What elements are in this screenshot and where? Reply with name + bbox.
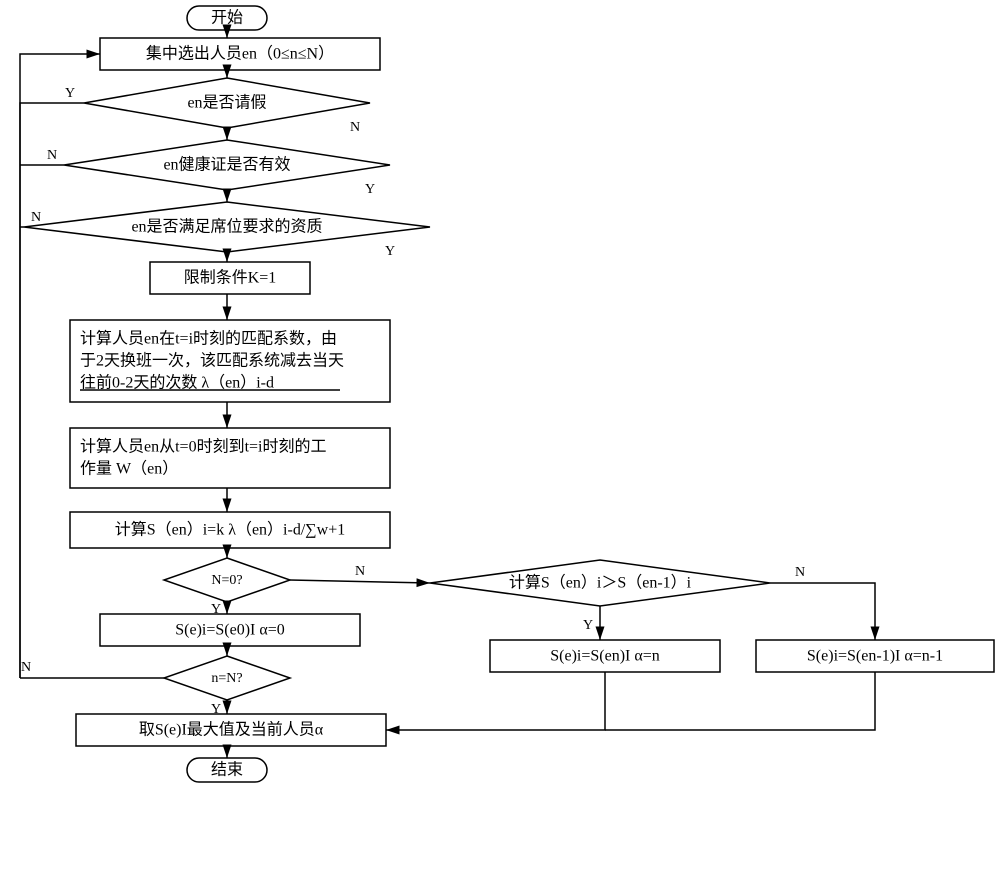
n0-text: N=0? [211,573,242,588]
alphan1-text: S(e)i=S(en-1)I α=n-1 [807,648,943,665]
match-text-3: 往前0-2天的次数 λ（en）i-d [80,374,274,392]
calcS-text: 计算S（en）i=k λ（en）i-d/∑w+1 [115,520,346,539]
match-text-1: 计算人员en在t=i时刻的匹配系数，由 [80,329,337,348]
nN-yes-label: Y [211,702,221,717]
health-yes-label: Y [365,182,375,197]
cmp-text: 计算S（en）i＞S（en-1）i [509,573,692,592]
select-text: 集中选出人员en（0≤n≤N） [146,45,334,63]
work-text-1: 计算人员en从t=0时刻到t=i时刻的工 [80,437,327,456]
alphan-text: S(e)i=S(en)I α=n [550,648,660,665]
leave-text: en是否请假 [187,94,266,112]
health-text: en健康证是否有效 [163,156,290,174]
start-label: 开始 [211,9,243,27]
health-no-label: N [47,148,57,163]
left-trunk-joins [20,103,40,678]
nN-no-label: N [21,660,31,675]
k1-text: 限制条件K=1 [184,269,277,287]
cmp-yes-label: Y [583,618,593,633]
n0-no-label: N [355,564,365,579]
edge-alphan1-join [605,672,875,730]
edge-alphan-take [386,672,605,730]
match-text-2: 于2天换班一次，该匹配系统减去当天 [80,352,344,370]
alpha0-text: S(e)i=S(e0)I α=0 [175,622,285,639]
edge-n0-cmp [290,580,430,583]
cmp-no-label: N [795,565,805,580]
work-text-2: 作量 W（en） [80,460,178,478]
nN-text: n=N? [211,671,242,686]
qual-no-label: N [31,210,41,225]
end-label: 结束 [211,761,243,779]
qual-text: en是否满足席位要求的资质 [131,218,322,236]
leave-yes-label: Y [65,86,75,101]
take-text: 取S(e)I最大值及当前人员α [139,721,324,739]
n0-yes-label: Y [211,602,221,617]
edge-cmp-alphan1 [770,583,875,640]
leave-no-label: N [350,120,360,135]
work-box [70,428,390,488]
qual-yes-label: Y [385,244,395,259]
flowchart-canvas: 开始 集中选出人员en（0≤n≤N） en是否请假 en健康证是否有效 en是否… [0,0,1000,890]
